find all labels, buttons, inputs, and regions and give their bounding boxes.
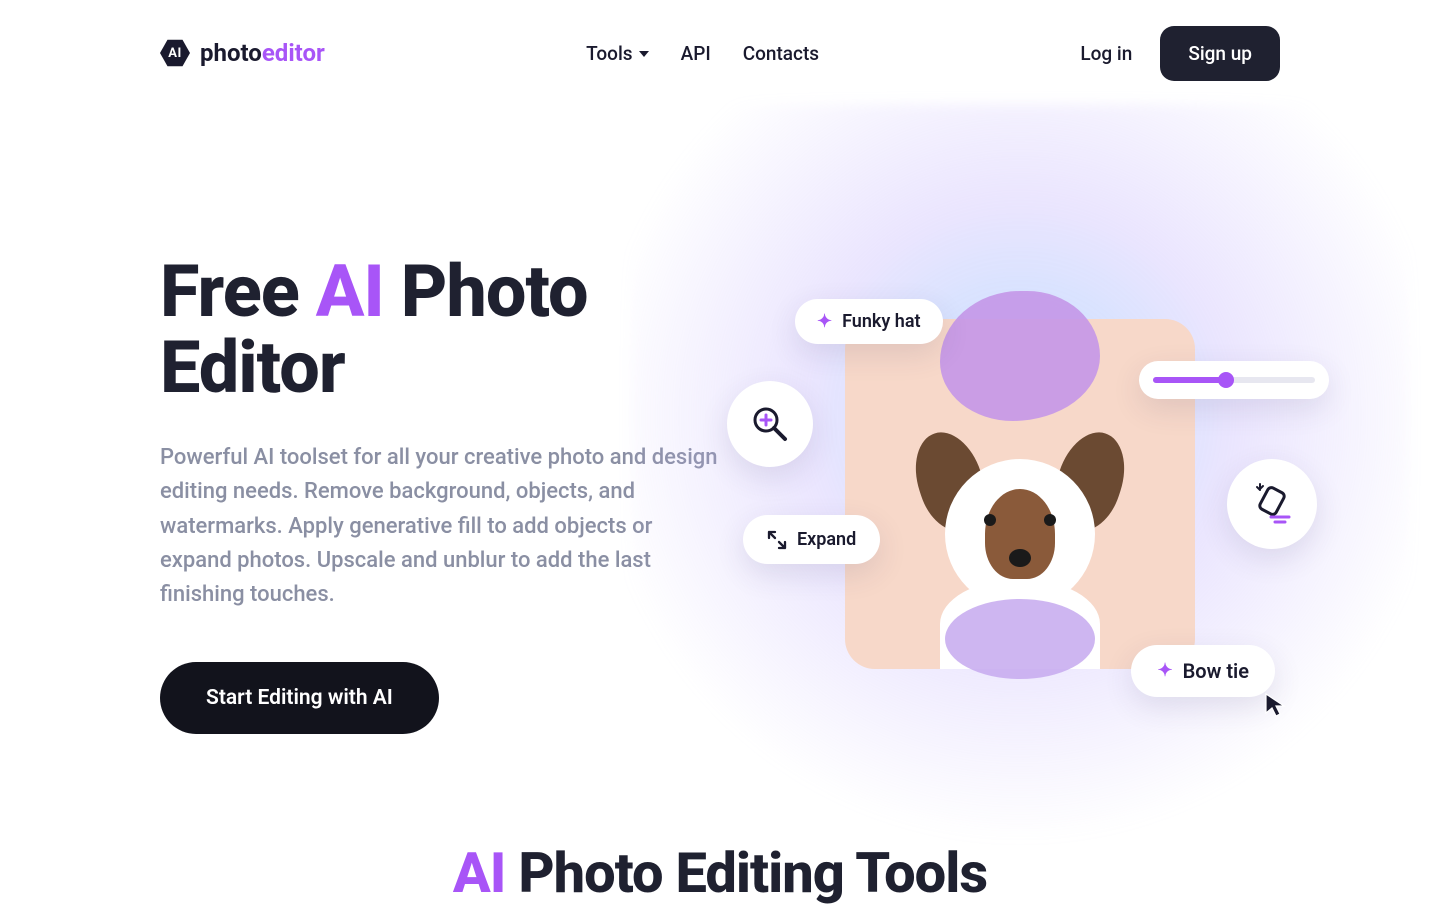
expand-tool-chip[interactable]: Expand <box>743 515 880 564</box>
auth-actions: Log in Sign up <box>1080 26 1280 81</box>
generative-fill-blob-bowtie <box>945 599 1095 679</box>
logo-word-editor: editor <box>262 39 325 67</box>
chip-bowtie-label: Bow tie <box>1183 659 1249 683</box>
hero-visual: ✦ Funky hat <box>760 234 1280 754</box>
signup-button[interactable]: Sign up <box>1160 26 1280 81</box>
prompt-chip-bow-tie[interactable]: ✦ Bow tie <box>1131 645 1275 697</box>
hero-section: Free AI Photo Editor Powerful AI toolset… <box>0 84 1440 754</box>
nav-contacts-link[interactable]: Contacts <box>743 42 819 65</box>
primary-nav: Tools API Contacts <box>586 42 819 65</box>
slider-thumb[interactable] <box>1218 372 1234 388</box>
tools-heading-accent: AI <box>453 840 506 906</box>
eraser-tool[interactable] <box>1227 459 1317 549</box>
logo-wordmark: photoeditor <box>200 39 325 67</box>
chip-expand-label: Expand <box>797 529 856 550</box>
tools-heading-rest: Photo Editing Tools <box>505 840 987 906</box>
chip-funky-label: Funky hat <box>842 311 920 332</box>
slider-track <box>1153 377 1315 383</box>
slider-fill <box>1153 377 1226 383</box>
tools-heading: AI Photo Editing Tools <box>0 840 1440 906</box>
nav-api-label: API <box>681 42 711 65</box>
login-link[interactable]: Log in <box>1080 42 1132 65</box>
nav-tools-dropdown[interactable]: Tools <box>586 42 648 65</box>
headline-accent: AI <box>316 249 384 334</box>
tools-section-heading: AI Photo Editing Tools <box>0 840 1440 906</box>
header: AI photoeditor Tools API Contacts Log in… <box>0 0 1440 84</box>
magnifier-plus-icon <box>750 404 790 444</box>
zoom-in-tool[interactable] <box>727 381 813 467</box>
dog-eye-left <box>984 514 996 526</box>
logo-badge-text: AI <box>168 46 182 61</box>
eraser-icon <box>1249 481 1295 527</box>
brand-logo[interactable]: AI photoeditor <box>160 38 325 68</box>
start-editing-button[interactable]: Start Editing with AI <box>160 662 439 734</box>
prompt-chip-funky-hat[interactable]: ✦ Funky hat <box>795 299 943 344</box>
adjustment-slider[interactable] <box>1139 361 1329 399</box>
sample-image-canvas: ✦ Funky hat <box>845 319 1195 669</box>
expand-arrows-icon <box>767 530 787 550</box>
dog-snout <box>1009 549 1031 567</box>
logo-word-photo: photo <box>200 39 262 67</box>
sparkle-icon: ✦ <box>817 313 832 331</box>
nav-contacts-label: Contacts <box>743 42 819 65</box>
nav-tools-label: Tools <box>586 42 632 65</box>
sparkle-icon: ✦ <box>1157 662 1172 680</box>
headline-pre: Free <box>160 249 316 334</box>
logo-hexagon-icon: AI <box>160 38 190 68</box>
dog-eye-right <box>1044 514 1056 526</box>
nav-api-link[interactable]: API <box>681 42 711 65</box>
cursor-arrow-icon <box>1263 691 1291 719</box>
chevron-down-icon <box>639 51 649 57</box>
